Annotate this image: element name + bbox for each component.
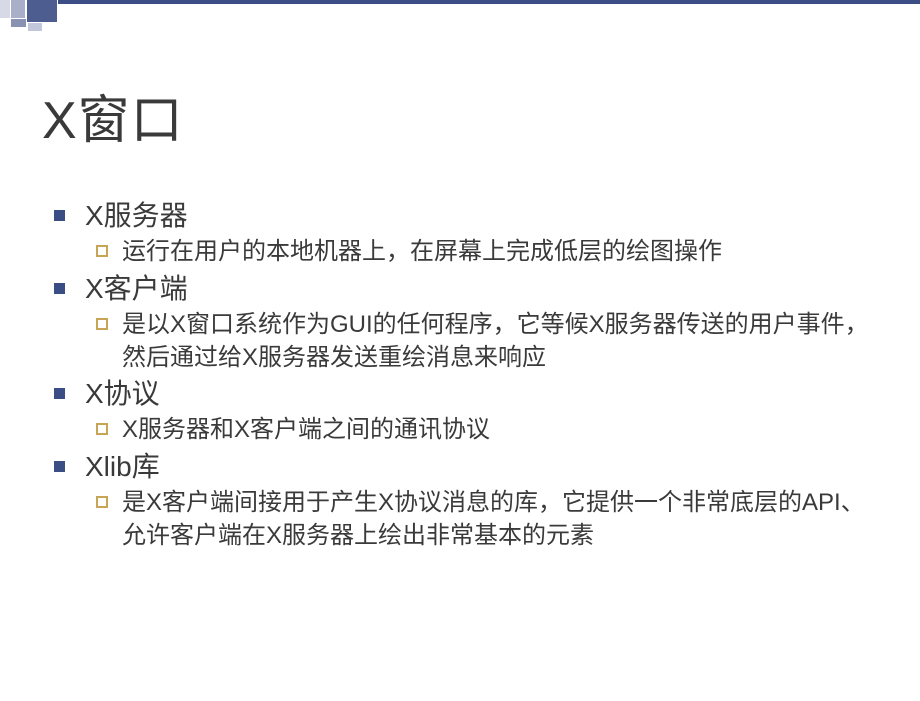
slide-content: X服务器 运行在用户的本地机器上，在屏幕上完成低层的绘图操作 X客户端 是以X窗… [54, 198, 880, 554]
list-item: X服务器 [54, 198, 880, 234]
bullet-hollow-icon [96, 318, 108, 330]
sub-list-item-text: 是以X窗口系统作为GUI的任何程序，它等候X服务器传送的用户事件，然后通过给X服… [122, 309, 870, 374]
list-item-label: X客户端 [85, 271, 188, 307]
slide-title: X窗口 [42, 78, 184, 153]
list-item: X协议 [54, 376, 880, 412]
list-item-label: X服务器 [85, 198, 188, 234]
bullet-icon [54, 388, 65, 399]
sub-list-item: X服务器和X客户端之间的通讯协议 [96, 414, 880, 446]
bullet-hollow-icon [96, 496, 108, 508]
sub-list-item: 是X客户端间接用于产生X协议消息的库，它提供一个非常底层的API、允许客户端在X… [96, 487, 880, 552]
list-item: Xlib库 [54, 449, 880, 485]
sub-list-item-text: 运行在用户的本地机器上，在屏幕上完成低层的绘图操作 [122, 236, 722, 268]
sub-list-item-text: X服务器和X客户端之间的通讯协议 [122, 414, 490, 446]
list-item-label: Xlib库 [85, 449, 160, 485]
slide-decoration [0, 0, 920, 35]
bullet-icon [54, 461, 65, 472]
list-item: X客户端 [54, 271, 880, 307]
list-item-label: X协议 [85, 376, 160, 412]
bullet-icon [54, 210, 65, 221]
bullet-hollow-icon [96, 423, 108, 435]
sub-list-item: 运行在用户的本地机器上，在屏幕上完成低层的绘图操作 [96, 236, 880, 268]
sub-list-item-text: 是X客户端间接用于产生X协议消息的库，它提供一个非常底层的API、允许客户端在X… [122, 487, 870, 552]
sub-list-item: 是以X窗口系统作为GUI的任何程序，它等候X服务器传送的用户事件，然后通过给X服… [96, 309, 880, 374]
bullet-icon [54, 283, 65, 294]
bullet-hollow-icon [96, 245, 108, 257]
